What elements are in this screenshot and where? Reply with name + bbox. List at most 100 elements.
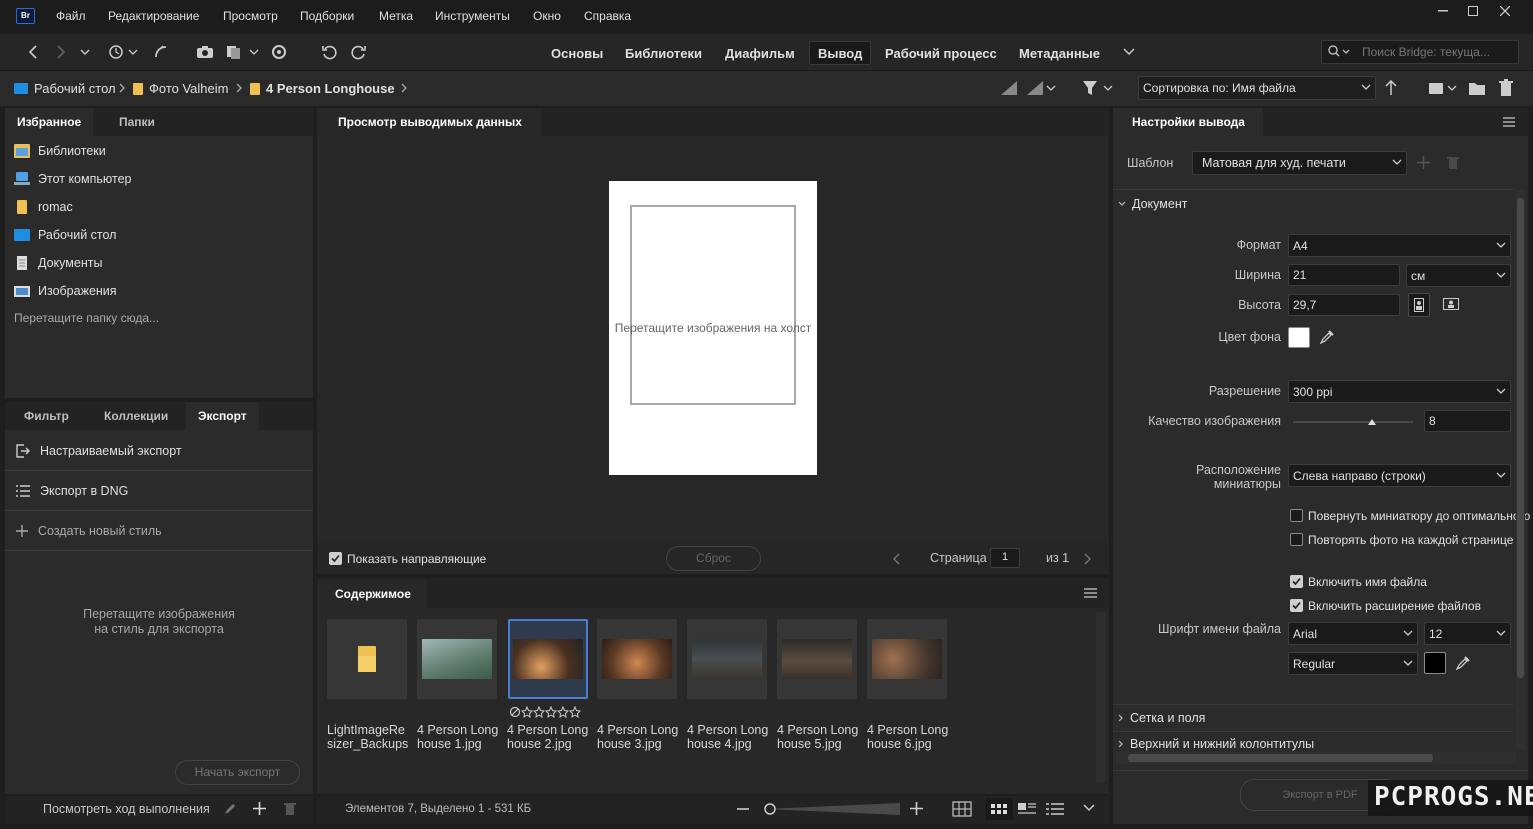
grid-lock-icon[interactable] xyxy=(952,800,972,818)
menu-tools[interactable]: Инструменты xyxy=(435,9,510,23)
add-template-icon[interactable] xyxy=(1417,156,1430,169)
settings-hscrollbar[interactable] xyxy=(1116,752,1516,764)
favorite-romac[interactable]: romac xyxy=(14,200,73,214)
menu-stacks[interactable]: Подборки xyxy=(300,9,354,23)
favorite-libraries[interactable]: Библиотеки xyxy=(14,144,106,158)
eyedropper-icon[interactable] xyxy=(1456,656,1470,670)
document-section-header[interactable]: Документ xyxy=(1118,197,1187,211)
menu-label[interactable]: Метка xyxy=(379,9,413,23)
breadcrumb-item-desktop[interactable]: Рабочий стол xyxy=(14,81,116,96)
thumbnail-image[interactable] xyxy=(687,619,767,699)
workspace-more-icon[interactable] xyxy=(1118,42,1140,62)
open-recent-icon[interactable] xyxy=(1428,80,1460,96)
menu-edit[interactable]: Редактирование xyxy=(108,9,199,23)
menu-file[interactable]: Файл xyxy=(56,9,86,23)
view-progress-link[interactable]: Посмотреть ход выполнения xyxy=(43,802,210,816)
image-quality-input[interactable]: 8 xyxy=(1424,410,1511,432)
new-folder-icon[interactable] xyxy=(1468,80,1486,96)
chevron-down-icon[interactable] xyxy=(74,42,96,62)
tab-output[interactable]: Вывод xyxy=(809,41,872,65)
portrait-orientation-button[interactable] xyxy=(1408,293,1430,317)
content-scrollbar[interactable] xyxy=(1096,612,1106,782)
tab-essentials[interactable]: Основы xyxy=(543,44,611,63)
forward-icon[interactable] xyxy=(50,42,72,62)
thumbnail-view-button[interactable] xyxy=(985,798,1013,820)
header-footer-section-header[interactable]: Верхний и нижний колонтитулы xyxy=(1118,737,1314,751)
tab-output-settings[interactable]: Настройки вывода xyxy=(1113,108,1263,136)
thumbnail-image-selected[interactable] xyxy=(508,619,588,699)
thumbnail-image[interactable] xyxy=(417,619,497,699)
details-view-icon[interactable] xyxy=(1018,802,1036,816)
tab-workflow[interactable]: Рабочий процесс xyxy=(877,44,1005,63)
list-view-icon[interactable] xyxy=(1046,802,1064,816)
thumbnail-image[interactable] xyxy=(867,619,947,699)
prev-page-icon[interactable] xyxy=(893,553,901,565)
tab-export[interactable]: Экспорт xyxy=(186,402,259,430)
menu-help[interactable]: Справка xyxy=(584,9,631,23)
boomerang-icon[interactable] xyxy=(150,42,172,62)
copy-files-icon[interactable] xyxy=(224,42,260,62)
template-select[interactable]: Матовая для худ. печати xyxy=(1192,151,1407,175)
font-size-select[interactable]: 12 xyxy=(1424,622,1511,645)
height-input[interactable]: 29,7 xyxy=(1288,294,1400,316)
unit-select[interactable]: см xyxy=(1406,264,1511,287)
tab-filmstrip[interactable]: Диафильм xyxy=(717,44,803,63)
show-guides-checkbox[interactable] xyxy=(329,552,342,565)
maximize-icon[interactable] xyxy=(1458,0,1488,22)
trash-icon[interactable] xyxy=(1498,79,1514,97)
rating-stars[interactable] xyxy=(510,706,586,718)
quality-icon[interactable] xyxy=(1000,80,1018,96)
sync-icon[interactable] xyxy=(268,42,290,62)
repeat-photo-checkbox[interactable] xyxy=(1290,533,1303,546)
tab-collections[interactable]: Коллекции xyxy=(92,402,180,430)
sort-ascending-icon[interactable] xyxy=(1385,80,1397,96)
tab-libraries[interactable]: Библиотеки xyxy=(617,44,710,63)
settings-scrollbar[interactable] xyxy=(1516,190,1525,750)
back-icon[interactable] xyxy=(22,42,44,62)
recent-icon[interactable] xyxy=(106,42,140,62)
reset-button[interactable]: Сброс xyxy=(666,546,761,571)
panel-menu-icon[interactable] xyxy=(1503,117,1515,127)
next-page-icon[interactable] xyxy=(1083,553,1091,565)
font-family-select[interactable]: Arial xyxy=(1288,622,1418,645)
edit-icon[interactable] xyxy=(224,803,236,815)
image-quality-slider[interactable] xyxy=(1293,416,1413,430)
tab-metadata[interactable]: Метаданные xyxy=(1011,44,1108,63)
thumbnail-folder[interactable] xyxy=(327,619,407,699)
rotate-thumbnail-checkbox[interactable] xyxy=(1290,509,1303,522)
tab-output-preview[interactable]: Просмотр выводимых данных xyxy=(317,108,541,136)
breadcrumb-item-current[interactable]: 4 Person Longhouse xyxy=(250,81,395,96)
chevron-down-icon[interactable] xyxy=(1083,804,1095,812)
width-input[interactable]: 21 xyxy=(1288,264,1400,286)
grid-section-header[interactable]: Сетка и поля xyxy=(1118,711,1205,725)
page-input[interactable]: 1 xyxy=(990,548,1020,568)
favorite-computer[interactable]: Этот компьютер xyxy=(14,172,131,186)
delete-template-icon[interactable] xyxy=(1447,156,1459,169)
menu-view[interactable]: Просмотр xyxy=(223,9,278,23)
favorite-documents[interactable]: Документы xyxy=(14,256,102,270)
sort-select[interactable]: Сортировка по: Имя файла xyxy=(1138,76,1376,100)
tab-filter[interactable]: Фильтр xyxy=(12,402,81,430)
content-menu-icon[interactable] xyxy=(1084,588,1097,598)
menu-window[interactable]: Окно xyxy=(533,9,561,23)
resolution-select[interactable]: 300 ppi xyxy=(1288,380,1511,403)
font-color-swatch[interactable] xyxy=(1424,652,1446,674)
breadcrumb-item-folder[interactable]: Фото Valheim xyxy=(133,81,228,96)
thumbnail-image[interactable] xyxy=(777,619,857,699)
export-dng-item[interactable]: Экспорт в DNG xyxy=(16,484,128,498)
zoom-out-icon[interactable] xyxy=(737,803,749,815)
camera-icon[interactable] xyxy=(194,42,216,62)
export-custom-item[interactable]: Настраиваемый экспорт xyxy=(16,444,182,458)
rotate-right-icon[interactable] xyxy=(348,42,370,62)
zoom-in-icon[interactable] xyxy=(910,802,923,815)
minimize-icon[interactable] xyxy=(1428,0,1458,22)
quality-options-icon[interactable] xyxy=(1026,80,1058,96)
font-style-select[interactable]: Regular xyxy=(1288,652,1418,675)
start-export-button[interactable]: Начать экспорт xyxy=(175,760,300,785)
landscape-icon[interactable] xyxy=(1443,298,1459,310)
include-filename-checkbox[interactable] xyxy=(1290,575,1303,588)
thumbnail-size-slider[interactable] xyxy=(760,802,902,816)
tab-favorites[interactable]: Избранное xyxy=(5,108,94,136)
output-canvas[interactable]: Перетащите изображения на холст xyxy=(609,181,817,475)
thumbnail-image[interactable] xyxy=(597,619,677,699)
